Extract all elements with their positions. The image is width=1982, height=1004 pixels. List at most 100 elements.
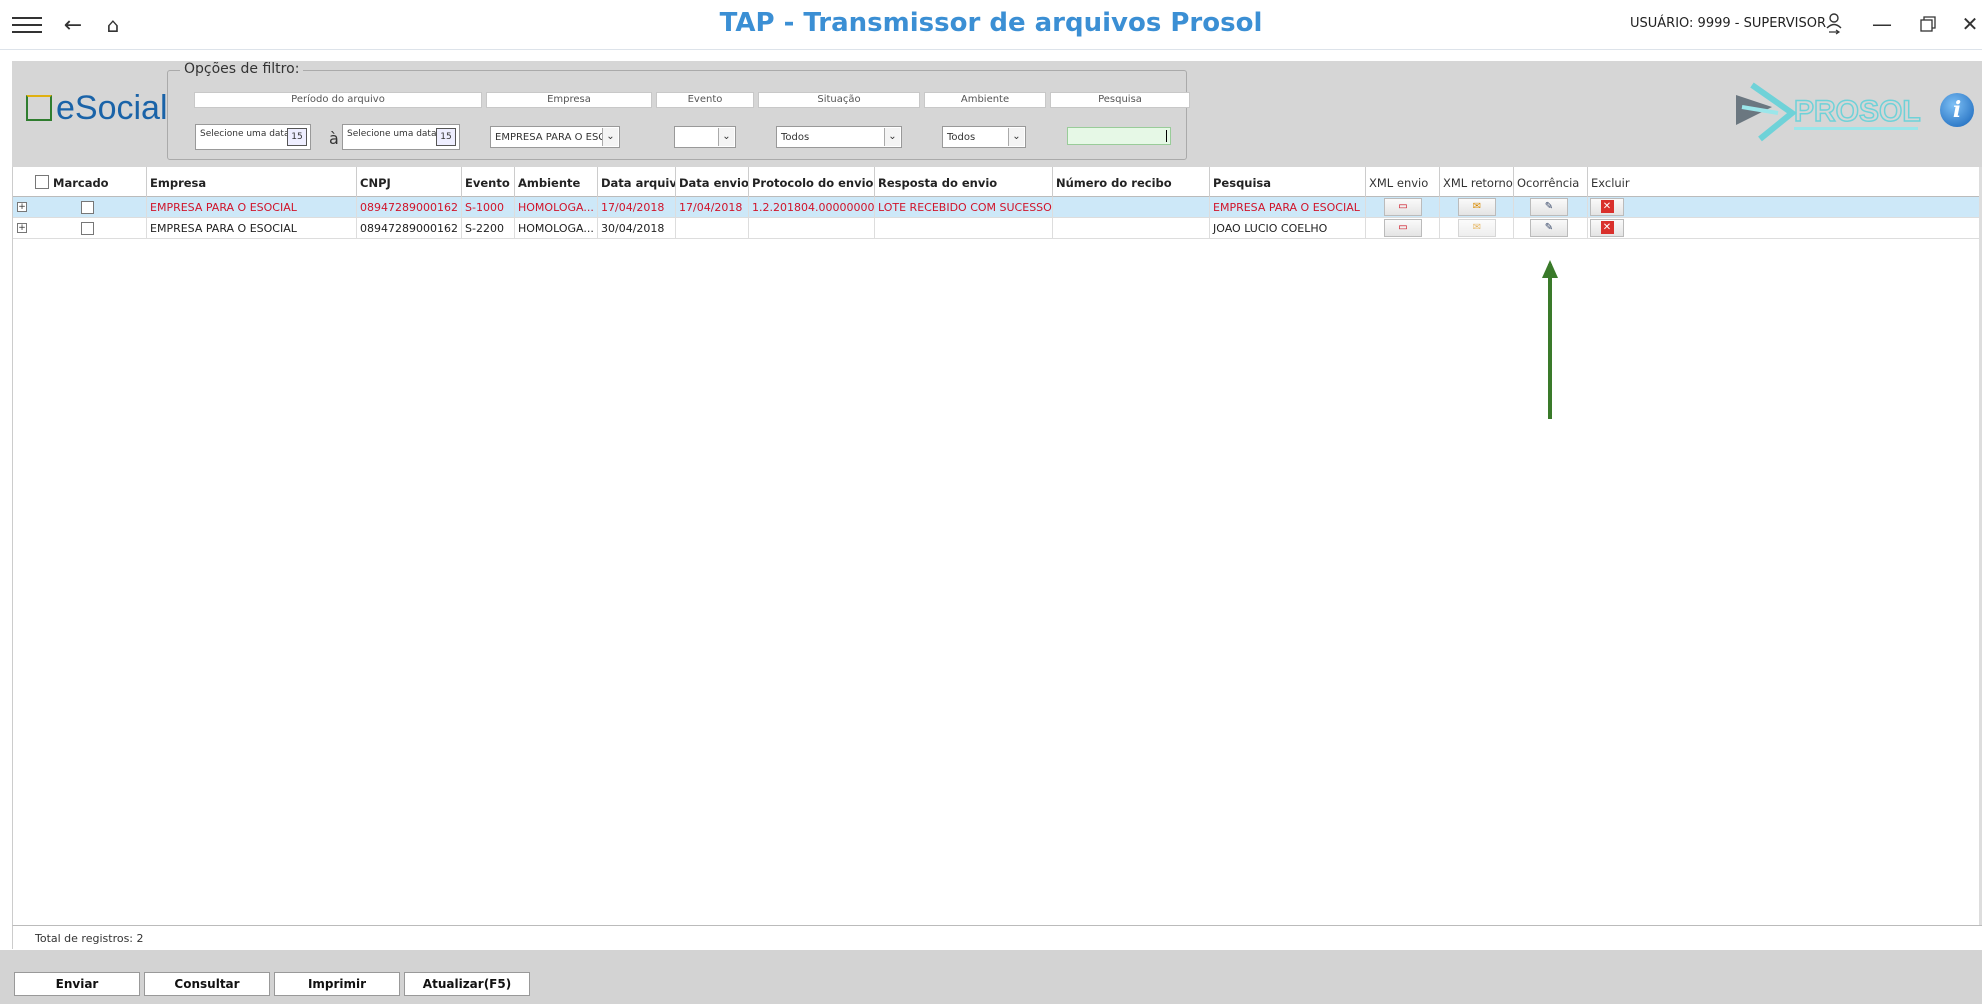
cell-recibo: [1052, 197, 1209, 218]
cell-ocorrencia: ✎: [1513, 218, 1587, 239]
col-evento[interactable]: Evento: [461, 167, 514, 197]
cell-evento: S-2200: [461, 218, 514, 239]
chevron-down-icon[interactable]: ⌄: [884, 128, 900, 146]
evento-select[interactable]: ⌄: [674, 126, 736, 148]
minimize-icon[interactable]: —: [1864, 10, 1900, 38]
empresa-select-value: EMPRESA PARA O ESC: [495, 132, 606, 143]
cell-cnpj: 08947289000162: [356, 218, 461, 239]
cell-ambiente: HOMOLOGA...: [514, 197, 597, 218]
expand-row-icon[interactable]: +: [17, 202, 27, 212]
delete-icon: ✕: [1600, 200, 1614, 213]
col-excluir[interactable]: Excluir: [1587, 167, 1961, 197]
cell-ambiente: HOMOLOGA...: [514, 218, 597, 239]
filter-legend: Opções de filtro:: [180, 61, 304, 77]
header-ambiente: Ambiente: [924, 92, 1046, 108]
switch-user-icon[interactable]: [1816, 10, 1852, 38]
delete-button[interactable]: ✕: [1590, 219, 1624, 237]
cell-resposta: [874, 218, 1052, 239]
col-marcado-label: Marcado: [53, 176, 109, 190]
cell-resposta: LOTE RECEBIDO COM SUCESSO.: [874, 197, 1052, 218]
cell-pesquisa: EMPRESA PARA O ESOCIAL: [1209, 197, 1365, 218]
date-to-picker[interactable]: Selecione uma data 15: [342, 124, 460, 150]
situacao-select-value: Todos: [781, 132, 810, 143]
table-row[interactable]: + EMPRESA PARA O ESOCIAL 08947289000162 …: [13, 218, 1982, 239]
expand-row-icon[interactable]: +: [17, 223, 27, 233]
xml-return-icon[interactable]: ✉: [1458, 219, 1496, 237]
consultar-button[interactable]: Consultar: [144, 972, 270, 996]
cell-data-envio: 17/04/2018: [675, 197, 748, 218]
xml-return-icon[interactable]: ✉: [1458, 198, 1496, 216]
empresa-select[interactable]: EMPRESA PARA O ESC ⌄: [490, 126, 620, 148]
cell-data-arquivo: 30/04/2018: [597, 218, 675, 239]
header-periodo: Período do arquivo: [194, 92, 482, 108]
calendar-icon[interactable]: 15: [287, 128, 307, 146]
pdf-icon[interactable]: ▭: [1384, 198, 1422, 216]
imprimir-button[interactable]: Imprimir: [274, 972, 400, 996]
info-icon[interactable]: i: [1940, 93, 1974, 127]
cell-excluir: ✕: [1587, 218, 1961, 239]
pdf-icon[interactable]: ▭: [1384, 219, 1422, 237]
cell-pesquisa: JOAO LUCIO COELHO: [1209, 218, 1365, 239]
row-checkbox[interactable]: [81, 201, 94, 214]
col-marcado[interactable]: Marcado: [13, 167, 146, 197]
col-pesquisa[interactable]: Pesquisa: [1209, 167, 1365, 197]
date-to-placeholder: Selecione uma data: [347, 129, 437, 139]
col-xml-retorno[interactable]: XML retorno: [1439, 167, 1513, 197]
date-from-picker[interactable]: Selecione uma data 15: [195, 124, 311, 150]
prosol-logo: PROSOL: [1736, 82, 1921, 142]
prosol-logo-text: PROSOL: [1794, 95, 1921, 128]
col-recibo[interactable]: Número do recibo: [1052, 167, 1209, 197]
user-label: USUÁRIO: 9999 - SUPERVISOR: [1630, 16, 1826, 31]
row-checkbox[interactable]: [81, 222, 94, 235]
col-data-arquivo[interactable]: Data arquivo: [597, 167, 675, 197]
col-ambiente[interactable]: Ambiente: [514, 167, 597, 197]
col-cnpj[interactable]: CNPJ: [356, 167, 461, 197]
atualizar-button[interactable]: Atualizar(F5): [404, 972, 530, 996]
situacao-select[interactable]: Todos ⌄: [776, 126, 902, 148]
records-grid: Marcado Empresa CNPJ Evento Ambiente Dat…: [12, 167, 1982, 925]
cell-excluir: ✕: [1587, 197, 1961, 218]
total-records: Total de registros: 2: [12, 925, 1982, 949]
cell-xml-envio: ▭: [1365, 218, 1439, 239]
enviar-button[interactable]: Enviar: [14, 972, 140, 996]
bottom-toolbar: Enviar Consultar Imprimir Atualizar(F5): [0, 950, 1982, 1004]
col-ocorrencia[interactable]: Ocorrência: [1513, 167, 1587, 197]
ambiente-select-value: Todos: [947, 132, 976, 143]
header-pesquisa: Pesquisa: [1050, 92, 1190, 108]
calendar-icon[interactable]: 15: [436, 128, 456, 146]
ambiente-select[interactable]: Todos ⌄: [942, 126, 1026, 148]
col-xml-envio[interactable]: XML envio: [1365, 167, 1439, 197]
restore-icon[interactable]: [1910, 10, 1946, 38]
col-protocolo[interactable]: Protocolo do envio: [748, 167, 874, 197]
col-empresa[interactable]: Empresa: [146, 167, 356, 197]
delete-icon: ✕: [1600, 221, 1614, 234]
occurrence-icon[interactable]: ✎: [1530, 219, 1568, 237]
title-bar: ← ⌂ TAP - Transmissor de arquivos Prosol…: [0, 0, 1982, 50]
close-icon[interactable]: ✕: [1952, 10, 1982, 38]
annotation-arrow: [1548, 264, 1552, 419]
cell-evento: S-1000: [461, 197, 514, 218]
text-caret: [1166, 130, 1167, 142]
table-row[interactable]: + EMPRESA PARA O ESOCIAL 08947289000162 …: [13, 197, 1982, 218]
cell-protocolo: 1.2.201804.00000000...: [748, 197, 874, 218]
col-resposta[interactable]: Resposta do envio: [874, 167, 1052, 197]
chevron-down-icon[interactable]: ⌄: [718, 128, 734, 146]
chevron-down-icon[interactable]: ⌄: [602, 128, 618, 146]
grid-header: Marcado Empresa CNPJ Evento Ambiente Dat…: [13, 167, 1982, 197]
occurrence-icon[interactable]: ✎: [1530, 198, 1568, 216]
select-all-checkbox[interactable]: [35, 175, 49, 189]
cell-ocorrencia: ✎: [1513, 197, 1587, 218]
cell-data-arquivo: 17/04/2018: [597, 197, 675, 218]
cell-xml-retorno: ✉: [1439, 218, 1513, 239]
cell-xml-retorno: ✉: [1439, 197, 1513, 218]
cell-recibo: [1052, 218, 1209, 239]
chevron-down-icon[interactable]: ⌄: [1008, 128, 1024, 146]
header-empresa: Empresa: [486, 92, 652, 108]
cell-data-envio: [675, 218, 748, 239]
cell-protocolo: [748, 218, 874, 239]
col-data-envio[interactable]: Data envio: [675, 167, 748, 197]
delete-button[interactable]: ✕: [1590, 198, 1624, 216]
header-evento: Evento: [656, 92, 754, 108]
pesquisa-input[interactable]: [1067, 127, 1171, 145]
cell-xml-envio: ▭: [1365, 197, 1439, 218]
